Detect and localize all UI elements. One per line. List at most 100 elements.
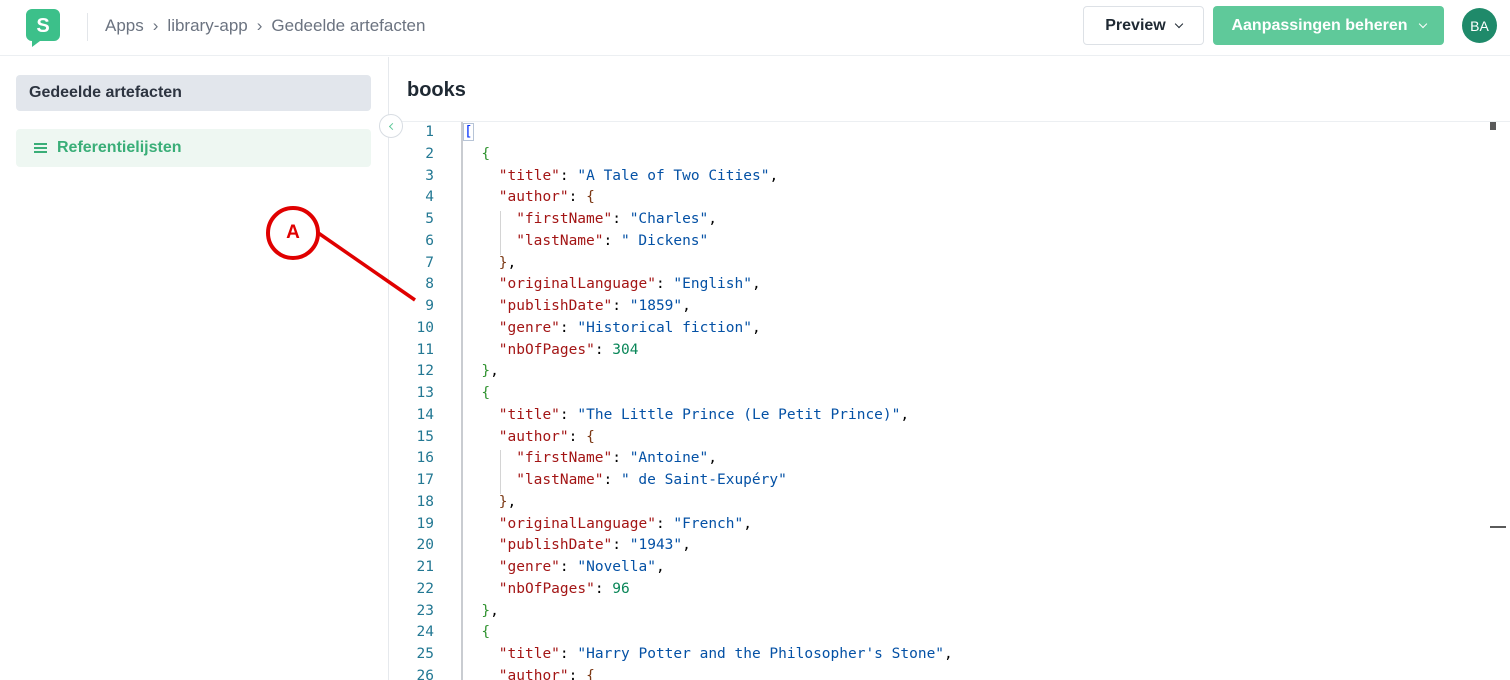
svg-text:S: S <box>36 15 49 37</box>
code-token: : <box>594 341 613 358</box>
code-line[interactable]: "originalLanguage": "French", <box>499 516 752 532</box>
chevron-down-icon <box>1174 19 1183 28</box>
code-line[interactable]: "originalLanguage": "English", <box>499 276 761 292</box>
code-line[interactable]: }, <box>499 255 516 271</box>
line-number: 21 <box>416 559 434 575</box>
code-line[interactable]: { <box>481 146 490 162</box>
code-token: "genre" <box>498 559 560 575</box>
avatar[interactable]: BA <box>1462 8 1497 43</box>
indent-guide <box>499 450 501 494</box>
code-token: [ <box>463 123 474 141</box>
code-line[interactable]: { <box>481 385 490 401</box>
code-token: , <box>743 515 752 532</box>
code-line[interactable]: "author": { <box>499 668 595 680</box>
code-token: "1859" <box>629 298 683 314</box>
code-line[interactable]: }, <box>481 603 498 619</box>
manage-customizations-button[interactable]: Aanpassingen beheren <box>1213 6 1444 45</box>
code-line[interactable]: "author": { <box>499 189 595 205</box>
code-token: } <box>498 254 508 271</box>
code-line[interactable]: }, <box>481 363 498 379</box>
sidebar-item-label: Referentielijsten <box>57 139 182 156</box>
line-number: 16 <box>416 450 434 467</box>
code-token: } <box>481 602 491 619</box>
line-number: 20 <box>416 537 434 554</box>
line-number: 14 <box>416 406 434 423</box>
code-token: "1943" <box>629 537 683 554</box>
code-token: , <box>490 602 499 619</box>
code-line[interactable]: "title": "Harry Potter and the Philosoph… <box>499 646 953 662</box>
code-token: : <box>655 515 674 532</box>
code-line[interactable]: "title": "A Tale of Two Cities", <box>499 168 778 184</box>
code-token: { <box>586 428 595 445</box>
code-line[interactable]: "genre": "Novella", <box>499 559 665 575</box>
line-number: 8 <box>425 276 434 293</box>
code-token: "English" <box>673 276 752 293</box>
line-number: 26 <box>416 667 434 680</box>
code-token: : <box>594 580 613 597</box>
code-token: } <box>481 363 491 380</box>
code-line[interactable]: "lastName": " de Saint-Exupéry" <box>516 472 787 488</box>
code-token: : <box>568 428 587 445</box>
code-line[interactable]: "firstName": "Antoine", <box>516 450 717 466</box>
code-token: "firstName" <box>516 450 613 467</box>
code-token: { <box>586 667 595 680</box>
preview-button[interactable]: Preview <box>1083 6 1204 45</box>
chevron-down-icon <box>1418 19 1427 28</box>
code-token: : <box>612 298 630 314</box>
line-number: 9 <box>425 298 434 314</box>
code-token: "French" <box>673 515 744 532</box>
breadcrumb: Apps › library-app › Gedeelde artefacten <box>105 16 425 36</box>
sidebar-item-referentielijsten[interactable]: Referentielijsten <box>16 129 371 167</box>
code-token: , <box>708 450 717 467</box>
code-token: "author" <box>498 189 569 206</box>
line-number: 15 <box>416 428 434 445</box>
sidebar-heading[interactable]: Gedeelde artefacten <box>16 75 371 111</box>
scrollbar-marker <box>1490 122 1496 130</box>
code-token: : <box>655 276 674 293</box>
code-editor[interactable]: 1[2{3 "title": "A Tale of Two Cities", 4 "a… <box>390 121 1510 680</box>
code-token: , <box>751 276 761 293</box>
code-line[interactable]: "firstName": "Charles", <box>516 211 717 227</box>
app-logo-icon[interactable]: S <box>26 9 60 47</box>
line-number: 13 <box>416 385 434 401</box>
code-token: , <box>751 319 761 336</box>
code-line[interactable]: "genre": "Historical fiction", <box>499 320 761 336</box>
breadcrumb-library-app[interactable]: library-app <box>167 16 247 36</box>
code-line[interactable]: { <box>481 624 490 640</box>
breadcrumb-apps[interactable]: Apps <box>105 16 144 36</box>
code-line[interactable]: "title": "The Little Prince (Le Petit Pr… <box>499 407 909 423</box>
code-token: 96 <box>612 580 630 597</box>
code-line[interactable]: "lastName": " Dickens" <box>516 233 708 249</box>
line-number: 18 <box>416 493 434 510</box>
code-token: 304 <box>612 341 639 358</box>
code-line[interactable]: }, <box>499 494 516 510</box>
page-title: books <box>407 79 466 101</box>
line-number: 7 <box>425 254 434 271</box>
list-icon <box>34 143 47 153</box>
code-token: "originalLanguage" <box>498 276 656 293</box>
code-token: "A Tale of Two Cities" <box>577 167 770 184</box>
code-token: : <box>559 559 578 575</box>
code-line[interactable]: [ <box>463 123 474 141</box>
code-token: , <box>944 646 953 662</box>
collapse-sidebar-button[interactable] <box>379 114 403 138</box>
line-number: 2 <box>425 145 434 162</box>
code-token: "Historical fiction" <box>577 319 752 336</box>
code-token: { <box>481 624 491 641</box>
code-token: : <box>568 189 587 206</box>
code-token: "Antoine" <box>629 450 709 467</box>
code-token: "title" <box>498 167 560 184</box>
code-token: : <box>559 167 578 184</box>
code-token: "The Little Prince (Le Petit Prince)" <box>577 406 901 423</box>
sidebar: Gedeelde artefacten Referentielijsten <box>0 57 389 680</box>
code-line[interactable]: "publishDate": "1943", <box>499 537 691 553</box>
line-number: 3 <box>425 167 434 184</box>
code-line[interactable]: "nbOfPages": 304 <box>499 342 639 358</box>
line-number: 24 <box>416 624 434 641</box>
code-token: , <box>682 537 691 554</box>
code-line[interactable]: "publishDate": "1859", <box>499 298 691 314</box>
code-token: , <box>900 406 910 423</box>
chevron-left-icon <box>388 122 396 130</box>
code-line[interactable]: "author": { <box>499 429 595 445</box>
code-line[interactable]: "nbOfPages": 96 <box>499 581 630 597</box>
